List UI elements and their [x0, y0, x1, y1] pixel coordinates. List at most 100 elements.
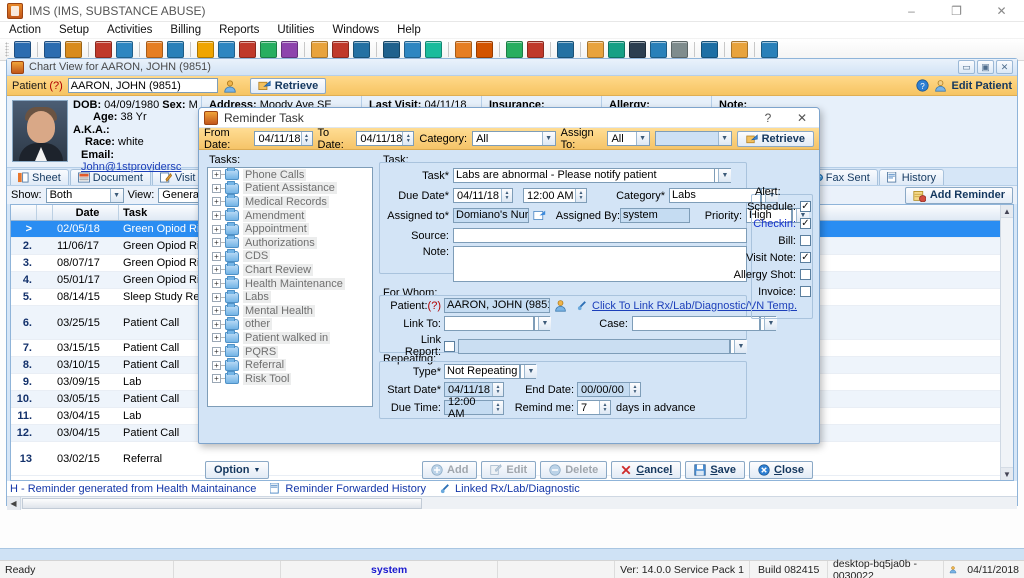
patient-lookup-icon[interactable]: [223, 79, 237, 93]
tree-node[interactable]: + Referral: [208, 357, 372, 372]
tab-sheet[interactable]: Sheet: [10, 169, 69, 185]
task-input[interactable]: Labs are abnormal - Please notify patien…: [453, 168, 715, 183]
toolbar-icon-11-0[interactable]: [701, 41, 718, 58]
fw-patient-input[interactable]: AARON, JOHN (9851): [444, 298, 550, 313]
expand-icon[interactable]: +: [212, 224, 221, 234]
alert-row[interactable]: Invoice:: [689, 283, 811, 300]
tree-node[interactable]: + Amendment: [208, 208, 372, 223]
toolbar-icon-6-0[interactable]: [383, 41, 400, 58]
menu-item-action[interactable]: Action: [0, 23, 50, 37]
tree-node[interactable]: + Phone Calls: [208, 168, 372, 182]
close-dialog-button[interactable]: Close: [749, 461, 813, 479]
to-date-spinner[interactable]: ▲ ▼: [402, 132, 414, 145]
toolbar-icon-9-0[interactable]: [557, 41, 574, 58]
toolbar-icon-10-3[interactable]: [650, 41, 667, 58]
dialog-close-button[interactable]: ✕: [785, 108, 819, 128]
col-header-flag[interactable]: [37, 205, 53, 220]
assign-to-select[interactable]: All ▼: [607, 131, 650, 146]
toolbar-icon-6-1[interactable]: [404, 41, 421, 58]
alert-checkbox[interactable]: [800, 252, 811, 263]
link-report-checkbox[interactable]: [444, 340, 455, 352]
expand-icon[interactable]: +: [212, 170, 221, 180]
tasks-tree[interactable]: + Phone Calls + Patient Assistance + Medical …: [207, 167, 373, 407]
tree-node[interactable]: + Patient walked in: [208, 330, 372, 345]
toolbar-icon-13-0[interactable]: [761, 41, 778, 58]
due-date-spinner[interactable]: ▲ ▼: [501, 189, 512, 202]
expand-icon[interactable]: +: [212, 306, 221, 316]
edit-button[interactable]: Edit: [481, 461, 537, 479]
assign-to-secondary-select[interactable]: ▼: [654, 131, 732, 146]
dialog-retrieve-button[interactable]: Retrieve: [736, 130, 814, 147]
toolbar-icon-8-0[interactable]: [506, 41, 523, 58]
expand-icon[interactable]: +: [212, 319, 221, 329]
alert-row[interactable]: Schedule:: [689, 198, 811, 215]
repeat-due-time-input[interactable]: 12:00 AM ▲ ▼: [444, 396, 504, 420]
assigned-to-input[interactable]: Domiano's Nurse: [453, 208, 529, 223]
toolbar-icon-2-1[interactable]: [116, 41, 133, 58]
tree-node[interactable]: + CDS: [208, 248, 372, 264]
assigned-to-picker-icon[interactable]: [533, 209, 546, 222]
retrieve-patient-button[interactable]: Retrieve: [249, 77, 327, 94]
expand-icon[interactable]: +: [212, 333, 221, 343]
grid-horizontal-scrollbar[interactable]: ◀: [7, 496, 1017, 510]
dialog-help-button[interactable]: ?: [751, 108, 785, 128]
toolbar-icon-10-1[interactable]: [608, 41, 625, 58]
patient-lookup-icon[interactable]: [554, 299, 567, 312]
toolbar-icon-12-0[interactable]: [731, 41, 748, 58]
edit-patient-button[interactable]: Edit Patient: [951, 80, 1012, 92]
toolbar-icon-3-0[interactable]: [146, 41, 163, 58]
patient-input[interactable]: AARON, JOHN (9851): [67, 78, 218, 93]
remind-days-input[interactable]: 7 ▲ ▼: [577, 400, 611, 415]
col-header-date[interactable]: Date: [53, 205, 119, 220]
tree-node[interactable]: + Authorizations: [208, 235, 372, 250]
from-date-spinner[interactable]: ▲ ▼: [300, 132, 312, 145]
link-to-dropdown-button[interactable]: ▼: [534, 316, 551, 331]
tree-node[interactable]: + Patient Assistance: [208, 180, 372, 196]
toolbar-icon-5-1[interactable]: [332, 41, 349, 58]
task-dropdown-button[interactable]: ▼: [715, 168, 731, 183]
toolbar-icon-10-2[interactable]: [629, 41, 646, 58]
chart-close-button[interactable]: ✕: [996, 60, 1013, 74]
tree-node[interactable]: + Medical Records: [208, 194, 372, 209]
toolbar-icon-4-4[interactable]: [281, 41, 298, 58]
expand-icon[interactable]: +: [212, 279, 221, 289]
tab-history[interactable]: History: [878, 169, 944, 185]
toolbar-icon-8-1[interactable]: [527, 41, 544, 58]
menu-item-help[interactable]: Help: [388, 23, 430, 37]
start-date-spinner[interactable]: ▲ ▼: [492, 383, 503, 396]
link-report-input[interactable]: [458, 338, 730, 354]
maximize-button[interactable]: ❐: [934, 0, 979, 22]
link-report-dropdown-button[interactable]: ▼: [730, 338, 747, 354]
tree-node[interactable]: + Labs: [208, 289, 372, 304]
save-button[interactable]: Save: [685, 461, 746, 479]
expand-icon[interactable]: +: [212, 292, 221, 302]
expand-icon[interactable]: +: [212, 265, 221, 275]
expand-icon[interactable]: +: [212, 251, 221, 261]
toolbar-icon-7-0[interactable]: [455, 41, 472, 58]
toolbar-icon-10-0[interactable]: [587, 41, 604, 58]
menu-item-utilities[interactable]: Utilities: [268, 23, 323, 37]
menu-item-reports[interactable]: Reports: [210, 23, 268, 37]
scroll-up-button[interactable]: ▲: [1001, 205, 1013, 218]
toolbar-icon-4-3[interactable]: [260, 41, 277, 58]
toolbar-icon-1-0[interactable]: [44, 41, 61, 58]
repeat-type-input[interactable]: Not Repeating: [444, 364, 520, 379]
alert-checkbox[interactable]: [800, 218, 811, 229]
tree-node[interactable]: + Chart Review: [208, 262, 372, 277]
alert-checkbox[interactable]: [800, 286, 811, 297]
show-select[interactable]: Both ▼: [45, 187, 124, 203]
menu-item-activities[interactable]: Activities: [98, 23, 161, 37]
cancel-button[interactable]: Cancel: [611, 461, 682, 479]
menu-item-setup[interactable]: Setup: [50, 23, 98, 37]
link-to-input[interactable]: [444, 316, 534, 331]
toolbar-icon-4-2[interactable]: [239, 41, 256, 58]
repeat-type-dropdown-button[interactable]: ▼: [520, 364, 537, 379]
expand-icon[interactable]: +: [212, 238, 221, 248]
filter-category-select[interactable]: All ▼: [472, 131, 556, 146]
toolbar-icon-4-1[interactable]: [218, 41, 235, 58]
toolbar-icon-1-1[interactable]: [65, 41, 82, 58]
expand-icon[interactable]: +: [212, 211, 221, 221]
scroll-left-button[interactable]: ◀: [7, 496, 21, 510]
case-input[interactable]: [632, 316, 760, 331]
expand-icon[interactable]: +: [212, 360, 221, 370]
